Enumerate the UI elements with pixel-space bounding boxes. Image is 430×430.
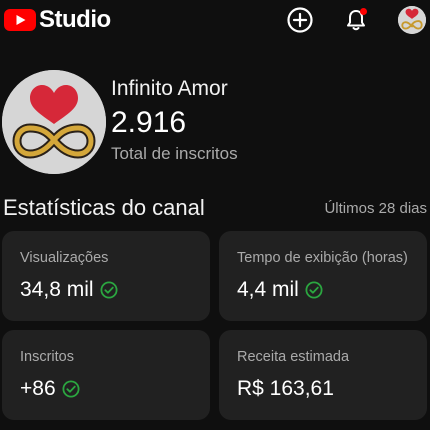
- channel-avatar[interactable]: [2, 70, 106, 174]
- subscriber-count-label: Total de inscritos: [111, 144, 238, 163]
- youtube-studio-logo[interactable]: Studio: [4, 8, 111, 32]
- notifications-button[interactable]: [342, 6, 370, 34]
- stat-label: Visualizações: [20, 250, 109, 266]
- stat-value: +86: [20, 377, 56, 400]
- stat-card-watch-time[interactable]: Tempo de exibição (horas) 4,4 mil: [219, 231, 427, 321]
- account-button[interactable]: [398, 6, 426, 34]
- channel-name: Infinito Amor: [111, 77, 228, 100]
- subscriber-count: 2.916: [111, 106, 187, 139]
- stat-label: Inscritos: [20, 349, 74, 365]
- stat-value: 4,4 mil: [237, 278, 299, 301]
- avatar: [398, 6, 426, 34]
- create-button[interactable]: [286, 6, 314, 34]
- check-circle-icon: [100, 281, 118, 299]
- add-circle-icon: [287, 7, 313, 33]
- stat-card-views[interactable]: Visualizações 34,8 mil: [2, 231, 210, 321]
- stat-value: R$ 163,61: [237, 377, 334, 400]
- stat-label: Tempo de exibição (horas): [237, 250, 408, 266]
- stat-label: Receita estimada: [237, 349, 350, 365]
- heart-infinity-logo-icon: [2, 70, 106, 174]
- check-circle-icon: [305, 281, 323, 299]
- youtube-play-icon: [4, 9, 36, 31]
- logo-text: Studio: [39, 6, 111, 33]
- notification-dot: [360, 8, 367, 15]
- channel-summary: Infinito Amor 2.916 Total de inscritos: [0, 70, 430, 180]
- stat-card-subscribers[interactable]: Inscritos +86: [2, 330, 210, 420]
- channel-stats-title: Estatísticas do canal: [3, 195, 205, 220]
- heart-infinity-avatar-icon: [398, 6, 426, 34]
- top-app-bar: Studio: [0, 0, 430, 40]
- stats-period-label: Últimos 28 dias: [324, 200, 427, 217]
- stat-card-estimated-revenue[interactable]: Receita estimada R$ 163,61: [219, 330, 427, 420]
- check-circle-icon: [62, 380, 80, 398]
- stat-value: 34,8 mil: [20, 278, 94, 301]
